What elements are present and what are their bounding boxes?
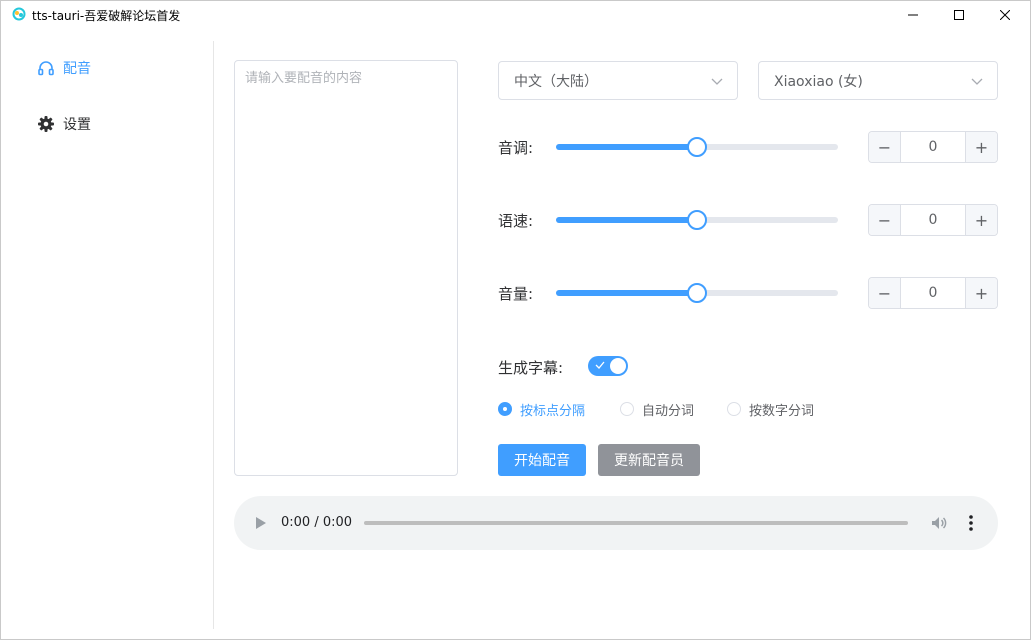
radio-auto-segment[interactable]: 自动分词 bbox=[620, 400, 695, 419]
maximize-icon bbox=[954, 10, 964, 20]
radio-label: 自动分词 bbox=[642, 403, 695, 419]
headphones-icon bbox=[37, 59, 55, 77]
slider-fill bbox=[556, 144, 697, 150]
language-select[interactable]: 中文（大陆） bbox=[498, 61, 738, 100]
close-icon bbox=[1000, 10, 1010, 20]
decrement-button[interactable]: − bbox=[869, 205, 901, 235]
gear-icon bbox=[37, 115, 55, 133]
minimize-icon bbox=[908, 14, 918, 16]
content-textarea[interactable] bbox=[234, 60, 458, 476]
subtitle-label: 生成字幕: bbox=[498, 359, 564, 377]
slider-thumb[interactable] bbox=[687, 283, 707, 303]
volume-icon[interactable] bbox=[930, 514, 948, 532]
pitch-value[interactable]: 0 bbox=[901, 132, 965, 162]
slider-fill bbox=[556, 217, 697, 223]
audio-progress-track[interactable] bbox=[364, 521, 908, 525]
volume-label: 音量: bbox=[498, 285, 534, 303]
audio-time: 0:00 / 0:00 bbox=[281, 515, 353, 530]
decrement-button[interactable]: − bbox=[869, 132, 901, 162]
radio-label: 按标点分隔 bbox=[520, 403, 586, 419]
radio-punctuation[interactable]: 按标点分隔 bbox=[498, 400, 586, 419]
more-options-icon[interactable] bbox=[963, 513, 979, 533]
language-select-value: 中文（大陆） bbox=[514, 73, 598, 90]
voice-select[interactable]: Xiaoxiao (女) bbox=[758, 61, 998, 100]
update-voices-button[interactable]: 更新配音员 bbox=[598, 444, 700, 476]
sidebar-item-label: 配音 bbox=[63, 61, 91, 77]
slider-thumb[interactable] bbox=[687, 210, 707, 230]
rate-slider[interactable] bbox=[556, 210, 838, 230]
rate-stepper: − 0 + bbox=[868, 204, 998, 236]
check-icon bbox=[595, 361, 605, 369]
volume-slider[interactable] bbox=[556, 283, 838, 303]
play-icon[interactable] bbox=[254, 515, 268, 531]
pitch-slider[interactable] bbox=[556, 137, 838, 157]
sidebar-item-settings[interactable]: 设置 bbox=[37, 112, 91, 136]
volume-stepper: − 0 + bbox=[868, 277, 998, 309]
increment-button[interactable]: + bbox=[965, 205, 997, 235]
audio-player: 0:00 / 0:00 bbox=[234, 496, 998, 550]
radio-label: 按数字分词 bbox=[749, 403, 815, 419]
radio-circle bbox=[498, 402, 512, 416]
increment-button[interactable]: + bbox=[965, 132, 997, 162]
window-title: tts-tauri-吾爱破解论坛首发 bbox=[32, 9, 181, 23]
switch-knob bbox=[610, 358, 626, 374]
pitch-stepper: − 0 + bbox=[868, 131, 998, 163]
radio-by-number[interactable]: 按数字分词 bbox=[727, 400, 815, 419]
subtitle-switch[interactable] bbox=[588, 356, 628, 376]
rate-value[interactable]: 0 bbox=[901, 205, 965, 235]
rate-label: 语速: bbox=[498, 212, 534, 230]
sidebar-item-label: 设置 bbox=[63, 117, 91, 133]
sidebar-item-voice[interactable]: 配音 bbox=[37, 56, 91, 80]
maximize-button[interactable] bbox=[936, 1, 982, 29]
chevron-down-icon bbox=[711, 78, 723, 85]
minimize-button[interactable] bbox=[890, 1, 936, 29]
volume-value[interactable]: 0 bbox=[901, 278, 965, 308]
app-logo-icon bbox=[12, 7, 26, 21]
start-dubbing-button[interactable]: 开始配音 bbox=[498, 444, 586, 476]
slider-thumb[interactable] bbox=[687, 137, 707, 157]
pitch-label: 音调: bbox=[498, 139, 534, 157]
chevron-down-icon bbox=[971, 78, 983, 85]
app-window: tts-tauri-吾爱破解论坛首发 配音 设置 请输入要配音的内容 中文（大陆… bbox=[0, 0, 1031, 640]
radio-circle bbox=[620, 402, 634, 416]
increment-button[interactable]: + bbox=[965, 278, 997, 308]
voice-select-value: Xiaoxiao (女) bbox=[774, 73, 863, 90]
slider-fill bbox=[556, 290, 697, 296]
close-button[interactable] bbox=[982, 1, 1028, 29]
decrement-button[interactable]: − bbox=[869, 278, 901, 308]
title-bar[interactable]: tts-tauri-吾爱破解论坛首发 bbox=[1, 1, 1031, 29]
sidebar: 配音 设置 bbox=[1, 41, 214, 629]
radio-circle bbox=[727, 402, 741, 416]
